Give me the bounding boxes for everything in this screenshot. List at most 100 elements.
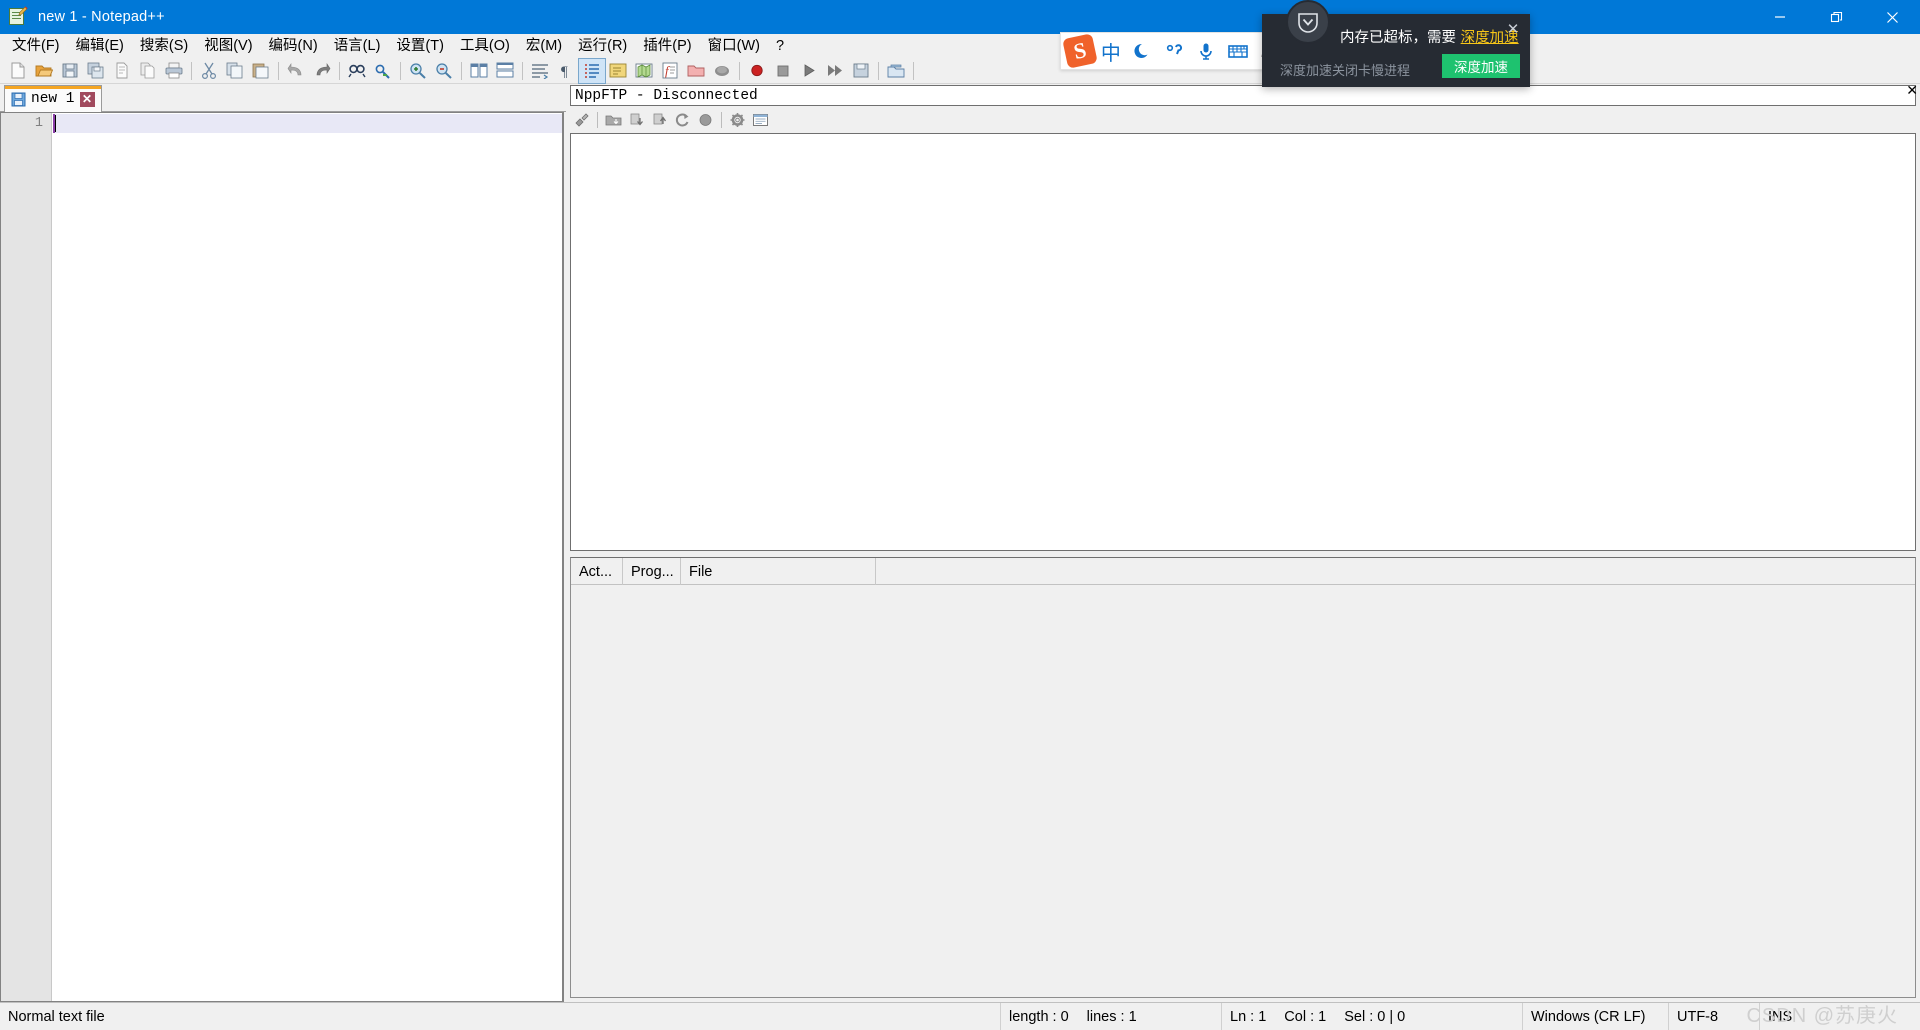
ime-keyboard-icon[interactable] bbox=[1222, 33, 1254, 69]
replace-icon[interactable] bbox=[370, 59, 396, 83]
ftp-toolbar bbox=[570, 108, 772, 132]
macro-record-icon[interactable] bbox=[744, 59, 770, 83]
folder-as-workspace-icon[interactable] bbox=[683, 59, 709, 83]
window-title: new 1 - Notepad++ bbox=[38, 9, 165, 25]
upload-file-icon[interactable] bbox=[648, 109, 671, 131]
window-controls bbox=[1752, 0, 1920, 34]
sync-horizontal-scroll-icon[interactable] bbox=[492, 59, 518, 83]
svg-text:¶: ¶ bbox=[561, 64, 568, 79]
text-caret bbox=[55, 115, 56, 132]
zoom-in-icon[interactable] bbox=[405, 59, 431, 83]
toolbar-separator bbox=[522, 61, 523, 80]
close-button[interactable] bbox=[1864, 0, 1920, 34]
monitoring-icon[interactable] bbox=[709, 59, 735, 83]
save-blue-icon bbox=[11, 92, 26, 107]
ime-mode-label: 中 bbox=[1100, 40, 1121, 65]
column-header-progress[interactable]: Prog... bbox=[623, 558, 681, 585]
settings-gear-icon[interactable] bbox=[726, 109, 749, 131]
menu-search[interactable]: 搜索(S) bbox=[132, 35, 196, 57]
status-insert-mode[interactable]: INS bbox=[1760, 1003, 1860, 1030]
npp-ftp-icon[interactable] bbox=[883, 59, 909, 83]
menu-help[interactable]: ? bbox=[768, 35, 792, 57]
menu-edit[interactable]: 编辑(E) bbox=[68, 35, 132, 57]
tab-new-1[interactable]: new 1 ✕ bbox=[4, 85, 102, 112]
macro-save-icon[interactable] bbox=[848, 59, 874, 83]
line-number-gutter: 1 bbox=[0, 112, 52, 1002]
status-col: Col : 1 bbox=[1284, 1008, 1327, 1025]
document-map-icon[interactable] bbox=[631, 59, 657, 83]
editor-pane[interactable]: 1 bbox=[0, 112, 564, 1002]
macro-run-multiple-icon[interactable] bbox=[822, 59, 848, 83]
column-header-action[interactable]: Act... bbox=[571, 558, 623, 585]
ftp-toolbar-separator bbox=[721, 112, 722, 128]
menu-tools[interactable]: 工具(O) bbox=[452, 35, 518, 57]
tab-close-button[interactable]: ✕ bbox=[79, 91, 95, 107]
connect-icon[interactable] bbox=[570, 109, 593, 131]
print-icon[interactable] bbox=[161, 59, 187, 83]
ime-punctuation-icon[interactable] bbox=[1159, 33, 1191, 69]
text-editor-area[interactable] bbox=[53, 112, 563, 1002]
function-list-icon[interactable]: f bbox=[657, 59, 683, 83]
ftp-queue-body[interactable] bbox=[571, 585, 1915, 997]
ftp-file-list[interactable] bbox=[570, 133, 1916, 551]
sogou-logo-icon[interactable]: S bbox=[1062, 33, 1098, 69]
sync-vertical-scroll-icon[interactable] bbox=[466, 59, 492, 83]
redo-icon[interactable] bbox=[309, 59, 335, 83]
status-eol-format[interactable]: Windows (CR LF) bbox=[1523, 1003, 1668, 1030]
undo-icon[interactable] bbox=[283, 59, 309, 83]
status-ln: Ln : 1 bbox=[1230, 1008, 1267, 1025]
open-file-icon[interactable] bbox=[31, 59, 57, 83]
menu-encoding[interactable]: 编码(N) bbox=[261, 35, 326, 57]
close-file-icon[interactable] bbox=[109, 59, 135, 83]
ftp-close-button[interactable]: ✕ bbox=[1906, 83, 1918, 97]
column-header-file[interactable]: File bbox=[681, 558, 876, 585]
save-all-icon[interactable] bbox=[83, 59, 109, 83]
status-bar: Normal text file length : 0 lines : 1 Ln… bbox=[0, 1002, 1920, 1030]
menu-settings[interactable]: 设置(T) bbox=[388, 35, 452, 57]
find-icon[interactable] bbox=[344, 59, 370, 83]
ime-moon-icon[interactable] bbox=[1127, 33, 1159, 69]
menu-window[interactable]: 窗口(W) bbox=[700, 35, 768, 57]
toolbar-separator bbox=[339, 61, 340, 80]
save-file-icon[interactable] bbox=[57, 59, 83, 83]
notepad-plus-plus-window: new 1 - Notepad++ 文件(F) 编辑(E) 搜索(S) 视图(V… bbox=[0, 0, 1920, 1030]
close-all-icon[interactable] bbox=[135, 59, 161, 83]
refresh-icon[interactable] bbox=[671, 109, 694, 131]
messages-window-icon[interactable] bbox=[749, 109, 772, 131]
user-defined-dialog-icon[interactable] bbox=[605, 59, 631, 83]
ftp-queue-panel: Act... Prog... File bbox=[570, 557, 1916, 998]
word-wrap-icon[interactable] bbox=[527, 59, 553, 83]
minimize-button[interactable] bbox=[1752, 0, 1808, 34]
memory-notification-popup: 内存已超标，需要 深度加速 深度加速关闭卡慢进程 深度加速 ✕ bbox=[1262, 0, 1530, 87]
ftp-queue-header: Act... Prog... File bbox=[571, 558, 1915, 585]
menu-file[interactable]: 文件(F) bbox=[4, 35, 68, 57]
macro-playback-icon[interactable] bbox=[796, 59, 822, 83]
menu-view[interactable]: 视图(V) bbox=[196, 35, 260, 57]
main-toolbar: ¶ f bbox=[0, 57, 1920, 84]
show-all-chars-icon[interactable]: ¶ bbox=[553, 59, 579, 83]
menu-language[interactable]: 语言(L) bbox=[326, 35, 389, 57]
zoom-out-icon[interactable] bbox=[431, 59, 457, 83]
notification-close-icon[interactable]: ✕ bbox=[1504, 20, 1522, 38]
ime-voice-icon[interactable] bbox=[1190, 33, 1222, 69]
menu-bar: 文件(F) 编辑(E) 搜索(S) 视图(V) 编码(N) 语言(L) 设置(T… bbox=[0, 34, 1920, 58]
cut-icon[interactable] bbox=[196, 59, 222, 83]
menu-macro[interactable]: 宏(M) bbox=[518, 35, 570, 57]
toolbar-separator bbox=[400, 61, 401, 80]
download-folder-icon[interactable] bbox=[602, 109, 625, 131]
show-indent-guide-icon[interactable] bbox=[578, 57, 606, 84]
new-file-icon[interactable] bbox=[5, 59, 31, 83]
ime-mode-chinese[interactable]: 中 bbox=[1095, 33, 1127, 69]
status-encoding[interactable]: UTF-8 bbox=[1669, 1003, 1759, 1030]
notepad-plus-plus-icon bbox=[8, 6, 28, 27]
download-file-icon[interactable] bbox=[625, 109, 648, 131]
copy-icon[interactable] bbox=[222, 59, 248, 83]
abort-icon[interactable] bbox=[694, 109, 717, 131]
deep-accelerate-button[interactable]: 深度加速 bbox=[1442, 54, 1520, 78]
paste-icon[interactable] bbox=[248, 59, 274, 83]
macro-stop-icon[interactable] bbox=[770, 59, 796, 83]
restore-button[interactable] bbox=[1808, 0, 1864, 34]
status-lines: lines : 1 bbox=[1086, 1008, 1137, 1025]
menu-run[interactable]: 运行(R) bbox=[570, 35, 635, 57]
menu-plugins[interactable]: 插件(P) bbox=[635, 35, 699, 57]
